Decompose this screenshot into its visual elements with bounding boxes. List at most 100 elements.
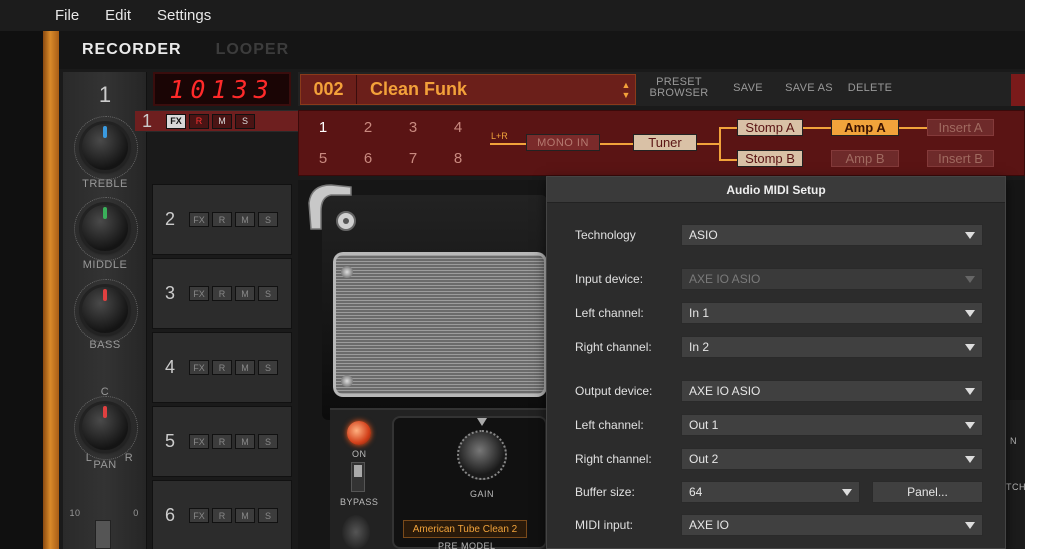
pan-knob[interactable] xyxy=(74,396,138,460)
dropdown-arrow-icon xyxy=(965,388,975,395)
input-right-select[interactable]: In 2 xyxy=(681,336,983,358)
track-fx-button[interactable]: FX xyxy=(189,360,209,375)
preset-extra-button[interactable] xyxy=(1011,74,1025,106)
track-solo-button[interactable]: S xyxy=(258,286,278,301)
track-solo-button[interactable]: S xyxy=(258,508,278,523)
tuner-block[interactable]: Tuner xyxy=(633,134,697,151)
chain-slot-7[interactable]: 7 xyxy=(403,150,423,167)
chain-slot-8[interactable]: 8 xyxy=(448,150,468,167)
track-record-button[interactable]: R xyxy=(212,212,232,227)
stomp-a-block[interactable]: Stomp A xyxy=(737,119,803,136)
input-device-row: Input device: AXE IO ASIO xyxy=(547,268,1007,290)
track-solo-button[interactable]: S xyxy=(258,434,278,449)
track-record-button[interactable]: R xyxy=(189,113,209,129)
dropdown-arrow-icon xyxy=(965,456,975,463)
preset-stepper-icon[interactable]: ▲ ▼ xyxy=(617,80,635,100)
output-left-value: Out 1 xyxy=(689,418,719,432)
bass-knob[interactable] xyxy=(74,279,138,343)
track-row[interactable]: 4 FX R M S xyxy=(152,332,292,403)
amp-handle-icon xyxy=(308,184,356,231)
save-button[interactable]: SAVE xyxy=(728,83,768,94)
treble-indicator xyxy=(103,126,107,138)
dropdown-arrow-icon xyxy=(842,489,852,496)
track-fx-button[interactable]: FX xyxy=(166,113,186,129)
track-record-button[interactable]: R xyxy=(212,434,232,449)
menu-settings[interactable]: Settings xyxy=(157,7,211,24)
on-label: ON xyxy=(352,449,367,459)
track-mute-button[interactable]: M xyxy=(235,508,255,523)
midi-input-select[interactable]: AXE IO xyxy=(681,514,983,536)
tab-looper[interactable]: LOOPER xyxy=(216,41,290,59)
input-left-value: In 1 xyxy=(689,306,710,320)
preset-browser-button[interactable]: PRESET BROWSER xyxy=(648,77,710,99)
bypass-toggle[interactable] xyxy=(351,462,365,492)
middle-knob[interactable] xyxy=(74,197,138,261)
treble-label: TREBLE xyxy=(82,178,128,190)
stomp-b-block[interactable]: Stomp B xyxy=(737,150,803,167)
buffer-size-select[interactable]: 64 xyxy=(681,481,860,503)
track-row[interactable]: 2 FX R M S xyxy=(152,184,292,255)
menu-file[interactable]: File xyxy=(55,7,79,24)
treble-knob[interactable] xyxy=(74,116,138,180)
pan-indicator xyxy=(103,406,107,418)
buffer-size-label: Buffer size: xyxy=(575,485,635,499)
power-led-icon xyxy=(347,421,371,445)
track-mute-button[interactable]: M xyxy=(235,286,255,301)
track-fx-button[interactable]: FX xyxy=(189,508,209,523)
amp-b-block[interactable]: Amp B xyxy=(831,150,899,167)
menu-edit[interactable]: Edit xyxy=(105,7,131,24)
track-record-button[interactable]: R xyxy=(212,286,232,301)
track-mute-button[interactable]: M xyxy=(235,434,255,449)
track-solo-button[interactable]: S xyxy=(258,212,278,227)
chain-slot-2[interactable]: 2 xyxy=(358,119,378,136)
insert-b-block[interactable]: Insert B xyxy=(927,150,994,167)
chain-slot-4[interactable]: 4 xyxy=(448,119,468,136)
preset-selector[interactable]: 002 Clean Funk ▲ ▼ xyxy=(300,74,636,105)
footswitch-icon[interactable] xyxy=(342,515,370,549)
output-right-select[interactable]: Out 2 xyxy=(681,448,983,470)
dropdown-arrow-icon xyxy=(965,276,975,283)
track-solo-button[interactable]: S xyxy=(258,360,278,375)
track-row[interactable]: 6 FX R M S xyxy=(152,480,292,549)
input-device-select[interactable]: AXE IO ASIO xyxy=(681,268,983,290)
track-mute-button[interactable]: M xyxy=(212,113,232,129)
gain-knob[interactable] xyxy=(457,430,507,480)
track-solo-button[interactable]: S xyxy=(235,113,255,129)
chain-slot-5[interactable]: 5 xyxy=(313,150,333,167)
track-row[interactable]: 5 FX R M S xyxy=(152,406,292,477)
amp-a-block[interactable]: Amp A xyxy=(831,119,899,136)
volume-fader[interactable] xyxy=(95,520,111,549)
track-fx-button[interactable]: FX xyxy=(189,434,209,449)
input-left-select[interactable]: In 1 xyxy=(681,302,983,324)
delete-button[interactable]: DELETE xyxy=(845,83,895,94)
track-fx-button[interactable]: FX xyxy=(189,212,209,227)
chain-slot-1[interactable]: 1 xyxy=(313,119,333,136)
pre-model-selector[interactable]: American Tube Clean 2 xyxy=(403,520,527,538)
preset-name: Clean Funk xyxy=(370,79,468,99)
chain-wire xyxy=(803,127,831,129)
panel-button[interactable]: Panel... xyxy=(872,481,983,503)
midi-input-label: MIDI input: xyxy=(575,518,634,532)
track-mute-button[interactable]: M xyxy=(235,360,255,375)
output-right-label: Right channel: xyxy=(575,452,652,466)
track-record-button[interactable]: R xyxy=(212,508,232,523)
input-right-row: Right channel: In 2 xyxy=(547,336,1007,358)
chain-slot-6[interactable]: 6 xyxy=(358,150,378,167)
track-record-button[interactable]: R xyxy=(212,360,232,375)
technology-select[interactable]: ASIO xyxy=(681,224,983,246)
track-number: 6 xyxy=(165,505,176,525)
track-number: 3 xyxy=(165,283,176,303)
input-left-row: Left channel: In 1 xyxy=(547,302,1007,324)
tab-recorder[interactable]: RECORDER xyxy=(82,41,182,59)
chain-slot-3[interactable]: 3 xyxy=(403,119,423,136)
track-mute-button[interactable]: M xyxy=(235,212,255,227)
output-left-select[interactable]: Out 1 xyxy=(681,414,983,436)
output-device-select[interactable]: AXE IO ASIO xyxy=(681,380,983,402)
gain-label: GAIN xyxy=(470,489,495,499)
fader-scale-top: 10 xyxy=(69,508,81,518)
mono-in-block[interactable]: MONO IN xyxy=(526,134,600,151)
insert-a-block[interactable]: Insert A xyxy=(927,119,994,136)
track-row[interactable]: 3 FX R M S xyxy=(152,258,292,329)
save-as-button[interactable]: SAVE AS xyxy=(783,83,835,94)
track-fx-button[interactable]: FX xyxy=(189,286,209,301)
